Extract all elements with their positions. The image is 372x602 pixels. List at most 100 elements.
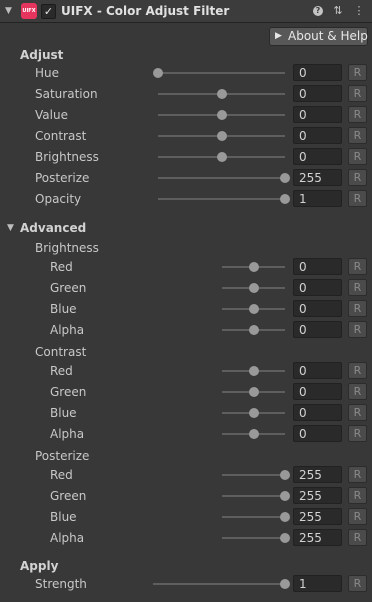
- slider-handle[interactable]: [280, 194, 290, 204]
- slider-handle[interactable]: [248, 283, 259, 293]
- property-label-red: Red: [50, 468, 73, 482]
- help-icon[interactable]: ?: [313, 6, 323, 16]
- value-field[interactable]: 255: [293, 169, 342, 186]
- value-field[interactable]: 255: [293, 529, 342, 546]
- property-label-hue: Hue: [35, 66, 60, 80]
- slider-handle[interactable]: [248, 304, 259, 314]
- reset-button[interactable]: R: [348, 190, 367, 207]
- slider-handle[interactable]: [216, 152, 227, 162]
- value-field[interactable]: 0: [293, 404, 342, 421]
- value-field[interactable]: 1: [293, 575, 342, 592]
- property-label-alpha: Alpha: [50, 531, 85, 545]
- slider-handle[interactable]: [248, 325, 259, 335]
- reset-button[interactable]: R: [348, 508, 367, 525]
- reset-button[interactable]: R: [348, 487, 367, 504]
- about-help-button[interactable]: ▶ About & Help: [269, 27, 368, 46]
- slider-handle[interactable]: [248, 387, 259, 397]
- enabled-checkbox[interactable]: ✓: [41, 4, 56, 19]
- slider-handle[interactable]: [280, 533, 290, 543]
- reset-button[interactable]: R: [348, 575, 367, 592]
- value-field[interactable]: 0: [293, 279, 342, 296]
- reset-button[interactable]: R: [348, 64, 367, 81]
- value-field[interactable]: 0: [293, 148, 342, 165]
- reset-button[interactable]: R: [348, 425, 367, 442]
- property-label-green: Green: [50, 385, 87, 399]
- reset-button[interactable]: R: [348, 169, 367, 186]
- fold-arrow-icon[interactable]: ▼: [5, 6, 12, 16]
- property-label-alpha: Alpha: [50, 427, 85, 441]
- property-label-blue: Blue: [50, 406, 77, 420]
- reset-button[interactable]: R: [348, 106, 367, 123]
- property-label-strength: Strength: [35, 577, 87, 591]
- reset-button[interactable]: R: [348, 258, 367, 275]
- about-help-label: About & Help: [288, 29, 368, 43]
- slider-handle[interactable]: [280, 173, 290, 183]
- component-title: UIFX - Color Adjust Filter: [61, 4, 230, 18]
- property-label-value: Value: [35, 108, 68, 122]
- property-label-opacity: Opacity: [35, 192, 82, 206]
- uifx-logo-icon: UIFX: [21, 3, 37, 19]
- group-posterize: Posterize: [35, 449, 90, 463]
- reset-button[interactable]: R: [348, 466, 367, 483]
- slider-track[interactable]: [158, 198, 285, 200]
- slider-handle[interactable]: [216, 110, 227, 120]
- value-field[interactable]: 0: [293, 425, 342, 442]
- reset-button[interactable]: R: [348, 383, 367, 400]
- slider-handle[interactable]: [248, 429, 259, 439]
- reset-button[interactable]: R: [348, 529, 367, 546]
- reset-button[interactable]: R: [348, 279, 367, 296]
- slider-track[interactable]: [222, 495, 285, 497]
- value-field[interactable]: 0: [293, 383, 342, 400]
- slider-handle[interactable]: [153, 68, 163, 78]
- value-field[interactable]: 0: [293, 85, 342, 102]
- reset-button[interactable]: R: [348, 300, 367, 317]
- value-field[interactable]: 255: [293, 508, 342, 525]
- section-advanced[interactable]: Advanced: [20, 221, 86, 235]
- reset-button[interactable]: R: [348, 362, 367, 379]
- group-contrast: Contrast: [35, 345, 87, 359]
- property-label-blue: Blue: [50, 302, 77, 316]
- presets-icon[interactable]: ⇅: [332, 5, 344, 17]
- reset-button[interactable]: R: [348, 85, 367, 102]
- property-label-red: Red: [50, 364, 73, 378]
- slider-track[interactable]: [222, 516, 285, 518]
- value-field[interactable]: 255: [293, 466, 342, 483]
- slider-handle[interactable]: [280, 579, 290, 589]
- slider-track[interactable]: [158, 177, 285, 179]
- value-field[interactable]: 0: [293, 362, 342, 379]
- slider-handle[interactable]: [280, 491, 290, 501]
- slider-handle[interactable]: [248, 262, 259, 272]
- group-brightness: Brightness: [35, 241, 99, 255]
- reset-button[interactable]: R: [348, 321, 367, 338]
- value-field[interactable]: 255: [293, 487, 342, 504]
- property-label-green: Green: [50, 281, 87, 295]
- slider-handle[interactable]: [248, 366, 259, 376]
- value-field[interactable]: 0: [293, 258, 342, 275]
- slider-track[interactable]: [222, 474, 285, 476]
- slider-handle[interactable]: [248, 408, 259, 418]
- component-header: ▼ UIFX ✓ UIFX - Color Adjust Filter ? ⇅ …: [0, 0, 372, 23]
- slider-track[interactable]: [158, 72, 285, 74]
- property-label-brightness: Brightness: [35, 150, 99, 164]
- checkmark-icon: ✓: [43, 5, 54, 18]
- value-field[interactable]: 0: [293, 64, 342, 81]
- property-label-posterize: Posterize: [35, 171, 90, 185]
- slider-track[interactable]: [222, 537, 285, 539]
- slider-handle[interactable]: [280, 512, 290, 522]
- context-menu-icon[interactable]: ⋮: [353, 5, 365, 17]
- reset-button[interactable]: R: [348, 127, 367, 144]
- advanced-fold-icon[interactable]: ▼: [7, 223, 14, 233]
- value-field[interactable]: 0: [293, 300, 342, 317]
- slider-handle[interactable]: [216, 131, 227, 141]
- value-field[interactable]: 1: [293, 190, 342, 207]
- slider-handle[interactable]: [216, 89, 227, 99]
- value-field[interactable]: 0: [293, 106, 342, 123]
- reset-button[interactable]: R: [348, 404, 367, 421]
- reset-button[interactable]: R: [348, 148, 367, 165]
- slider-handle[interactable]: [280, 470, 290, 480]
- slider-track[interactable]: [153, 583, 285, 585]
- property-label-green: Green: [50, 489, 87, 503]
- value-field[interactable]: 0: [293, 127, 342, 144]
- value-field[interactable]: 0: [293, 321, 342, 338]
- property-label-contrast: Contrast: [35, 129, 87, 143]
